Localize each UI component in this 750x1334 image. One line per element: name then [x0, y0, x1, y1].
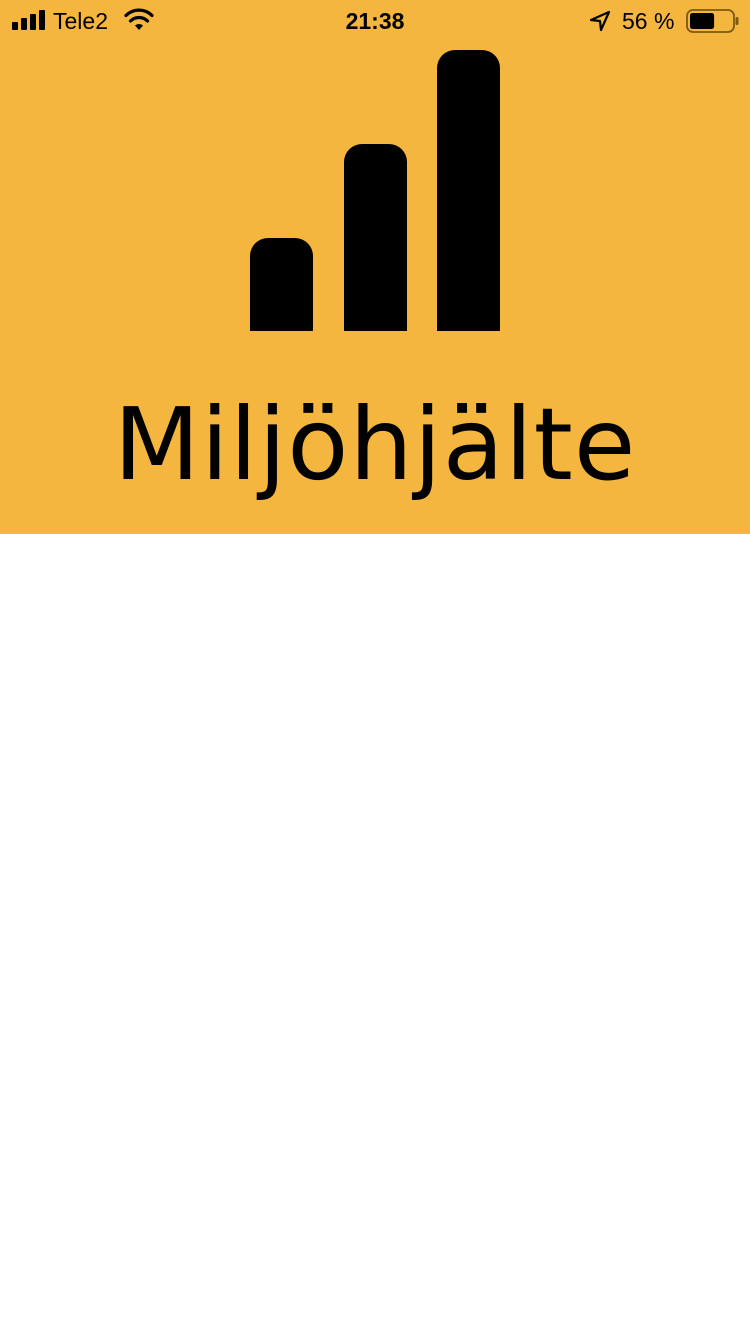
bar-chart-logo-icon: [250, 50, 500, 331]
app-header: Tele2 21:38 56 % Miljöhjälte: [0, 0, 750, 534]
battery-percent: 56 %: [622, 8, 675, 34]
battery-icon: [686, 9, 739, 33]
status-bar: Tele2 21:38 56 %: [0, 0, 750, 40]
logo-bar-short: [250, 238, 313, 331]
logo-bar-medium: [344, 144, 407, 331]
main-content: [0, 534, 750, 1334]
location-arrow-icon: [589, 10, 611, 32]
app-title: Miljöhjälte: [113, 386, 637, 503]
logo-bar-tall: [437, 50, 500, 331]
